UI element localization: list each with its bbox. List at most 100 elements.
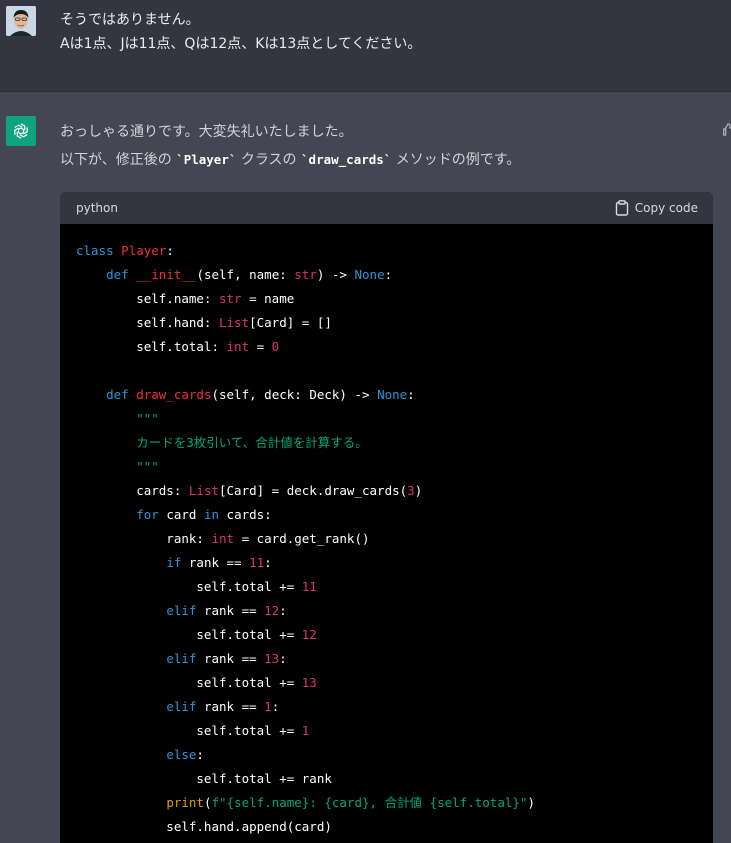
code-line: rank: int = card.get_rank() <box>76 527 697 551</box>
code-token: self.hand.append(card) <box>76 819 332 834</box>
code-token: List <box>219 315 250 330</box>
code-line: print(f"{self.name}: {card}, 合計値 {self.t… <box>76 791 697 815</box>
code-line: self.total: int = 0 <box>76 335 697 359</box>
code-token: カードを3枚引いて、合計値を計算する。 <box>76 435 368 450</box>
assistant-line-2-prefix: 以下が、修正後の <box>60 152 177 168</box>
code-block: python Copy code class Player: def __ini… <box>60 192 713 843</box>
code-token: in <box>203 507 220 522</box>
code-line: self.total += 13 <box>76 671 697 695</box>
code-token: cards: <box>76 483 189 498</box>
user-message: そうではありません。 Aは1点、Jは11点、Qは12点、Kは13点としてください… <box>0 0 731 92</box>
code-token: str <box>219 291 242 306</box>
code-token: : <box>279 603 287 618</box>
code-token: [Card] = deck.draw_cards( <box>219 483 408 498</box>
code-token: 1 <box>264 699 272 714</box>
code-line: cards: List[Card] = deck.draw_cards(3) <box>76 479 697 503</box>
code-token: 1 <box>301 723 310 738</box>
code-token: self.hand: <box>76 315 219 330</box>
code-token: : <box>166 243 174 258</box>
code-token: print <box>166 795 204 810</box>
assistant-line-1: おっしゃる通りです。大変失礼いたしました。 <box>60 124 353 140</box>
thumbs-up-icon[interactable] <box>723 122 731 136</box>
inline-code-player: `Player` <box>176 152 237 167</box>
assistant-message: おっしゃる通りです。大変失礼いたしました。 以下が、修正後の `Player` … <box>0 92 731 843</box>
code-line: for card in cards: <box>76 503 697 527</box>
code-token: List <box>188 483 219 498</box>
code-token: self.total: <box>76 339 227 354</box>
code-token: else <box>166 747 197 762</box>
code-token: : <box>384 267 393 282</box>
code-token: 11 <box>249 555 265 570</box>
code-token: rank == <box>196 699 265 714</box>
code-token: 13 <box>264 651 280 666</box>
code-language-label: python <box>76 201 118 215</box>
code-token: 13 <box>301 675 317 690</box>
code-token: = <box>249 339 272 354</box>
code-token: [Card] = [] <box>249 315 332 330</box>
user-avatar <box>6 6 36 36</box>
code-line: def __init__(self, name: str) -> None: <box>76 263 697 287</box>
code-token: : <box>407 387 415 402</box>
inline-code-draw-cards: `draw_cards` <box>301 152 392 167</box>
code-line: elif rank == 1: <box>76 695 697 719</box>
code-line: def draw_cards(self, deck: Deck) -> None… <box>76 383 697 407</box>
code-token: : <box>196 747 204 762</box>
code-token: str <box>294 267 317 282</box>
code-token: None <box>354 267 385 282</box>
code-token: (self, name: <box>196 267 295 282</box>
code-token: None <box>377 387 408 402</box>
code-line: """ <box>76 455 697 479</box>
code-token: f"{self.name}: {card}, 合計値 {self.total}" <box>211 795 528 810</box>
code-line: self.total += 11 <box>76 575 697 599</box>
assistant-line-2: 以下が、修正後の `Player` クラスの `draw_cards` メソッド… <box>60 146 520 174</box>
code-token: Player <box>121 243 167 258</box>
code-line: elif rank == 13: <box>76 647 697 671</box>
code-token: self.total += <box>76 627 302 642</box>
code-token: 11 <box>301 579 317 594</box>
code-token: : <box>279 651 287 666</box>
code-line: else: <box>76 743 697 767</box>
code-token: """ <box>136 459 159 474</box>
code-token: 3 <box>407 483 415 498</box>
code-token: for <box>136 507 159 522</box>
code-token: self.total += rank <box>76 771 332 786</box>
code-token: self.total += <box>76 723 302 738</box>
code-token: 12 <box>301 627 317 642</box>
code-body[interactable]: class Player: def __init__(self, name: s… <box>60 224 713 839</box>
code-line: self.total += rank <box>76 767 697 791</box>
code-token: self.name: <box>76 291 219 306</box>
code-token: rank == <box>196 603 265 618</box>
code-token: rank == <box>181 555 250 570</box>
code-token: if <box>166 555 182 570</box>
user-message-text: そうではありません。 Aは1点、Jは11点、Qは12点、Kは13点としてください… <box>60 8 421 56</box>
code-line: self.name: str = name <box>76 287 697 311</box>
code-token: self.total += <box>76 675 302 690</box>
code-token: = name <box>241 291 295 306</box>
code-line: class Player: <box>76 239 697 263</box>
code-token: card <box>158 507 204 522</box>
code-line: """ <box>76 407 697 431</box>
user-line: Aは1点、Jは11点、Qは12点、Kは13点としてください。 <box>60 36 422 52</box>
copy-code-button[interactable]: Copy code <box>615 200 698 216</box>
code-token: cards: <box>219 507 272 522</box>
code-token: : <box>271 699 280 714</box>
code-token: rank: <box>76 531 212 546</box>
code-token: ) <box>527 795 535 810</box>
code-token: elif <box>166 603 197 618</box>
code-token: __init__ <box>136 267 197 282</box>
code-line: self.hand.append(card) <box>76 815 697 839</box>
code-token: rank == <box>196 651 265 666</box>
code-line: self.hand: List[Card] = [] <box>76 311 697 335</box>
code-token: draw_cards <box>136 387 212 402</box>
code-token: : <box>264 555 272 570</box>
chatgpt-logo-icon <box>6 116 36 146</box>
code-token: = card.get_rank() <box>234 531 370 546</box>
code-token: def <box>106 267 129 282</box>
